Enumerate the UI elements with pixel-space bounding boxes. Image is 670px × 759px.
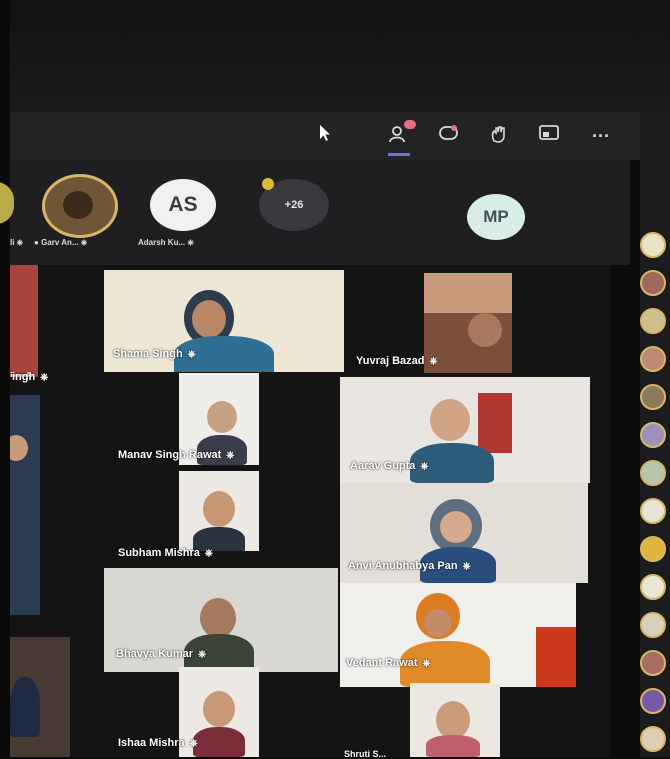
avatar-mp[interactable]: MP: [467, 194, 525, 240]
monitor-bezel: [0, 0, 670, 112]
list-avatar[interactable]: [640, 726, 666, 752]
participant-name: Subham Mishra ⎈: [118, 547, 213, 559]
video-tile-partial-3[interactable]: [10, 637, 70, 757]
avatar-garv-label: ● Garv An... ⎈: [34, 238, 88, 247]
video-tile-subham[interactable]: [179, 471, 259, 551]
participant-name-partial: ingh ⎈: [12, 371, 49, 383]
participant-name: Shruti S...: [344, 749, 387, 759]
avatar-adarsh-label: Adarsh Ku... ⎈: [138, 238, 194, 247]
cursor-icon: [312, 124, 338, 148]
raise-hand-icon[interactable]: [486, 124, 512, 148]
participant-strip: li ⎈ ● Garv An... ⎈ AS Adarsh Ku... ⎈ +2…: [0, 160, 630, 265]
notification-badge: [404, 120, 416, 129]
video-tile-partial-2[interactable]: [10, 395, 40, 615]
avatar-garv[interactable]: [42, 174, 118, 238]
avatar-adarsh[interactable]: AS: [150, 179, 216, 231]
participant-name: Vedant Rawat ⎈: [346, 657, 431, 669]
list-avatar[interactable]: [640, 384, 666, 410]
participant-name: Aarav Gupta ⎈: [350, 460, 429, 472]
list-avatar[interactable]: [640, 688, 666, 714]
participant-name: Shama Singh ⎈: [113, 348, 196, 360]
meeting-toolbar: ···: [10, 112, 640, 160]
participant-name: Ishaa Mishra ⎈: [118, 737, 198, 749]
participant-name: Bhavya Kumar ⎈: [116, 648, 207, 660]
video-tile-vedant[interactable]: [340, 583, 576, 687]
participant-name: Anvi Anubhabya Pan ⎈: [348, 560, 471, 572]
participant-list-panel: [640, 112, 670, 757]
video-tile-partial[interactable]: ingh⎈: [10, 265, 38, 377]
list-avatar[interactable]: [640, 612, 666, 638]
list-avatar[interactable]: [640, 460, 666, 486]
more-options-icon[interactable]: ···: [588, 124, 614, 148]
active-indicator: [388, 153, 410, 156]
list-avatar[interactable]: [640, 346, 666, 372]
list-avatar[interactable]: [640, 232, 666, 258]
list-avatar[interactable]: [640, 422, 666, 448]
people-icon[interactable]: [386, 120, 416, 156]
list-avatar[interactable]: [640, 308, 666, 334]
avatar-partial[interactable]: [0, 182, 14, 224]
video-tile-shruti[interactable]: [410, 683, 500, 757]
list-avatar[interactable]: [640, 574, 666, 600]
hand-raised-icon: [262, 178, 274, 190]
list-avatar[interactable]: [640, 650, 666, 676]
video-grid: ingh⎈ ingh⎈ Shama Singh⎈ Yuvraj Bazad⎈ M…: [10, 265, 610, 759]
avatar-partial-label: li ⎈: [10, 238, 24, 247]
list-avatar[interactable]: [640, 270, 666, 296]
share-screen-icon[interactable]: [536, 124, 562, 148]
list-avatar[interactable]: [640, 498, 666, 524]
participant-name: Manav Singh Rawat ⎈: [118, 449, 235, 461]
monitor-edge: [0, 0, 10, 757]
list-avatar[interactable]: [640, 536, 666, 562]
participant-name: Yuvraj Bazad ⎈: [356, 355, 438, 367]
chat-icon[interactable]: [436, 124, 462, 148]
